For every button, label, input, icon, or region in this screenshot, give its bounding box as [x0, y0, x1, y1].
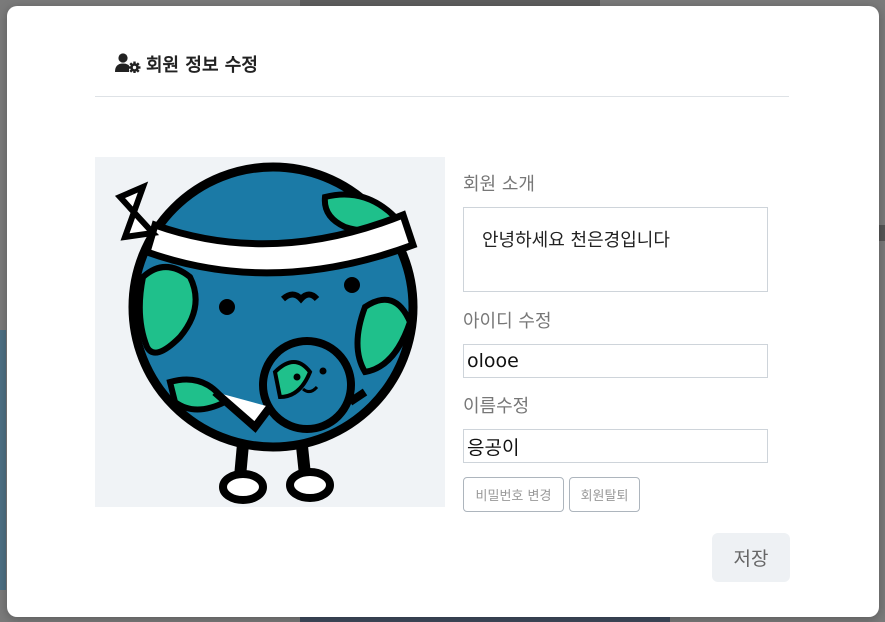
change-password-button[interactable]: 비밀번호 변경	[463, 477, 564, 512]
id-input[interactable]	[463, 344, 768, 378]
background-edge	[879, 225, 885, 241]
bio-textarea[interactable]: 안녕하세요 천은경입니다	[463, 207, 768, 292]
name-input[interactable]	[463, 429, 768, 463]
bio-label: 회원 소개	[463, 174, 535, 195]
id-label: 아이디 수정	[463, 311, 552, 332]
profile-avatar[interactable]	[95, 157, 445, 507]
name-label: 이름수정	[463, 396, 530, 417]
edit-profile-modal: 회원 정보 수정 회원 소개 안녕하세요 천은경입니다 아이디 수정 olooe…	[7, 6, 879, 617]
withdraw-button[interactable]: 회원탈퇴	[569, 477, 640, 512]
modal-header: 회원 정보 수정	[95, 46, 789, 97]
modal-title: 회원 정보 수정	[146, 55, 258, 76]
earth-character-icon	[114, 162, 418, 504]
user-gear-icon	[115, 53, 141, 74]
save-button[interactable]: 저장	[712, 533, 790, 582]
background-sidebar	[0, 330, 6, 590]
